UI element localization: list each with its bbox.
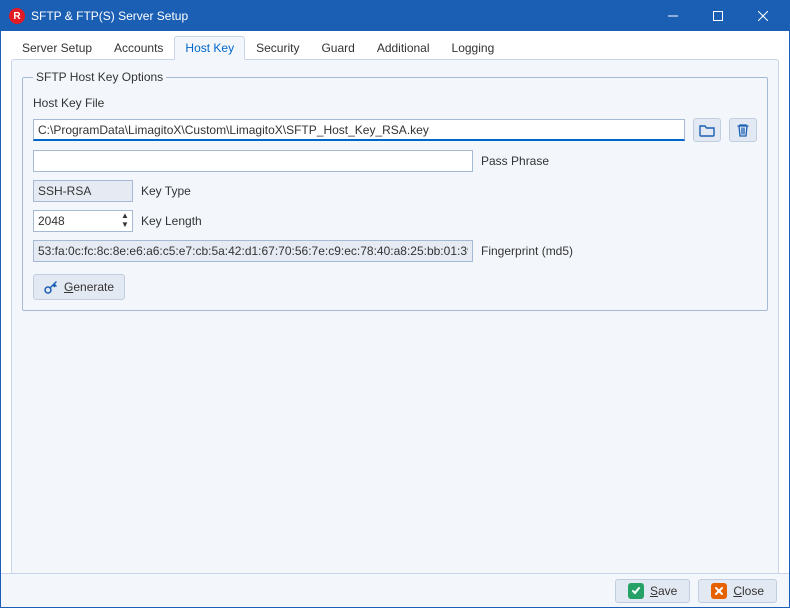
close-window-button[interactable] <box>740 1 785 31</box>
close-icon <box>758 11 768 21</box>
minimize-icon <box>668 11 678 21</box>
delete-button[interactable] <box>729 118 757 142</box>
browse-button[interactable] <box>693 118 721 142</box>
check-icon <box>628 583 644 599</box>
minimize-button[interactable] <box>650 1 695 31</box>
key-length-input[interactable] <box>33 210 133 232</box>
close-label: Close <box>733 584 764 598</box>
x-icon <box>711 583 727 599</box>
group-legend: SFTP Host Key Options <box>33 70 166 84</box>
generate-label: Generate <box>64 280 114 294</box>
key-type-label: Key Type <box>141 184 191 198</box>
maximize-button[interactable] <box>695 1 740 31</box>
panel-area: SFTP Host Key Options Host Key File <box>11 59 779 575</box>
key-icon <box>44 280 58 294</box>
tab-logging[interactable]: Logging <box>441 36 506 60</box>
trash-icon <box>736 122 750 138</box>
footer-bar: Save Close <box>1 573 789 607</box>
host-key-options-group: SFTP Host Key Options Host Key File <box>22 70 768 311</box>
tab-security[interactable]: Security <box>245 36 310 60</box>
window-title: SFTP & FTP(S) Server Setup <box>31 9 650 23</box>
title-bar: R SFTP & FTP(S) Server Setup <box>1 1 789 31</box>
key-length-up[interactable]: ▲ <box>119 211 131 220</box>
close-button[interactable]: Close <box>698 579 777 603</box>
key-type-field <box>33 180 133 202</box>
tab-accounts[interactable]: Accounts <box>103 36 174 60</box>
save-label: Save <box>650 584 677 598</box>
tab-additional[interactable]: Additional <box>366 36 441 60</box>
tab-server-setup[interactable]: Server Setup <box>11 36 103 60</box>
fingerprint-label: Fingerprint (md5) <box>481 244 573 258</box>
pass-phrase-label: Pass Phrase <box>481 154 549 168</box>
folder-icon <box>699 123 715 137</box>
pass-phrase-input[interactable] <box>33 150 473 172</box>
generate-button[interactable]: Generate <box>33 274 125 300</box>
app-icon: R <box>9 8 25 24</box>
maximize-icon <box>713 11 723 21</box>
tab-guard[interactable]: Guard <box>310 36 365 60</box>
host-key-file-label: Host Key File <box>33 96 104 110</box>
tab-bar: Server Setup Accounts Host Key Security … <box>1 31 789 59</box>
fingerprint-field <box>33 240 473 262</box>
key-length-down[interactable]: ▼ <box>119 220 131 229</box>
key-length-label: Key Length <box>141 214 202 228</box>
tab-host-key[interactable]: Host Key <box>174 36 245 60</box>
save-button[interactable]: Save <box>615 579 690 603</box>
host-key-file-input[interactable] <box>33 119 685 141</box>
